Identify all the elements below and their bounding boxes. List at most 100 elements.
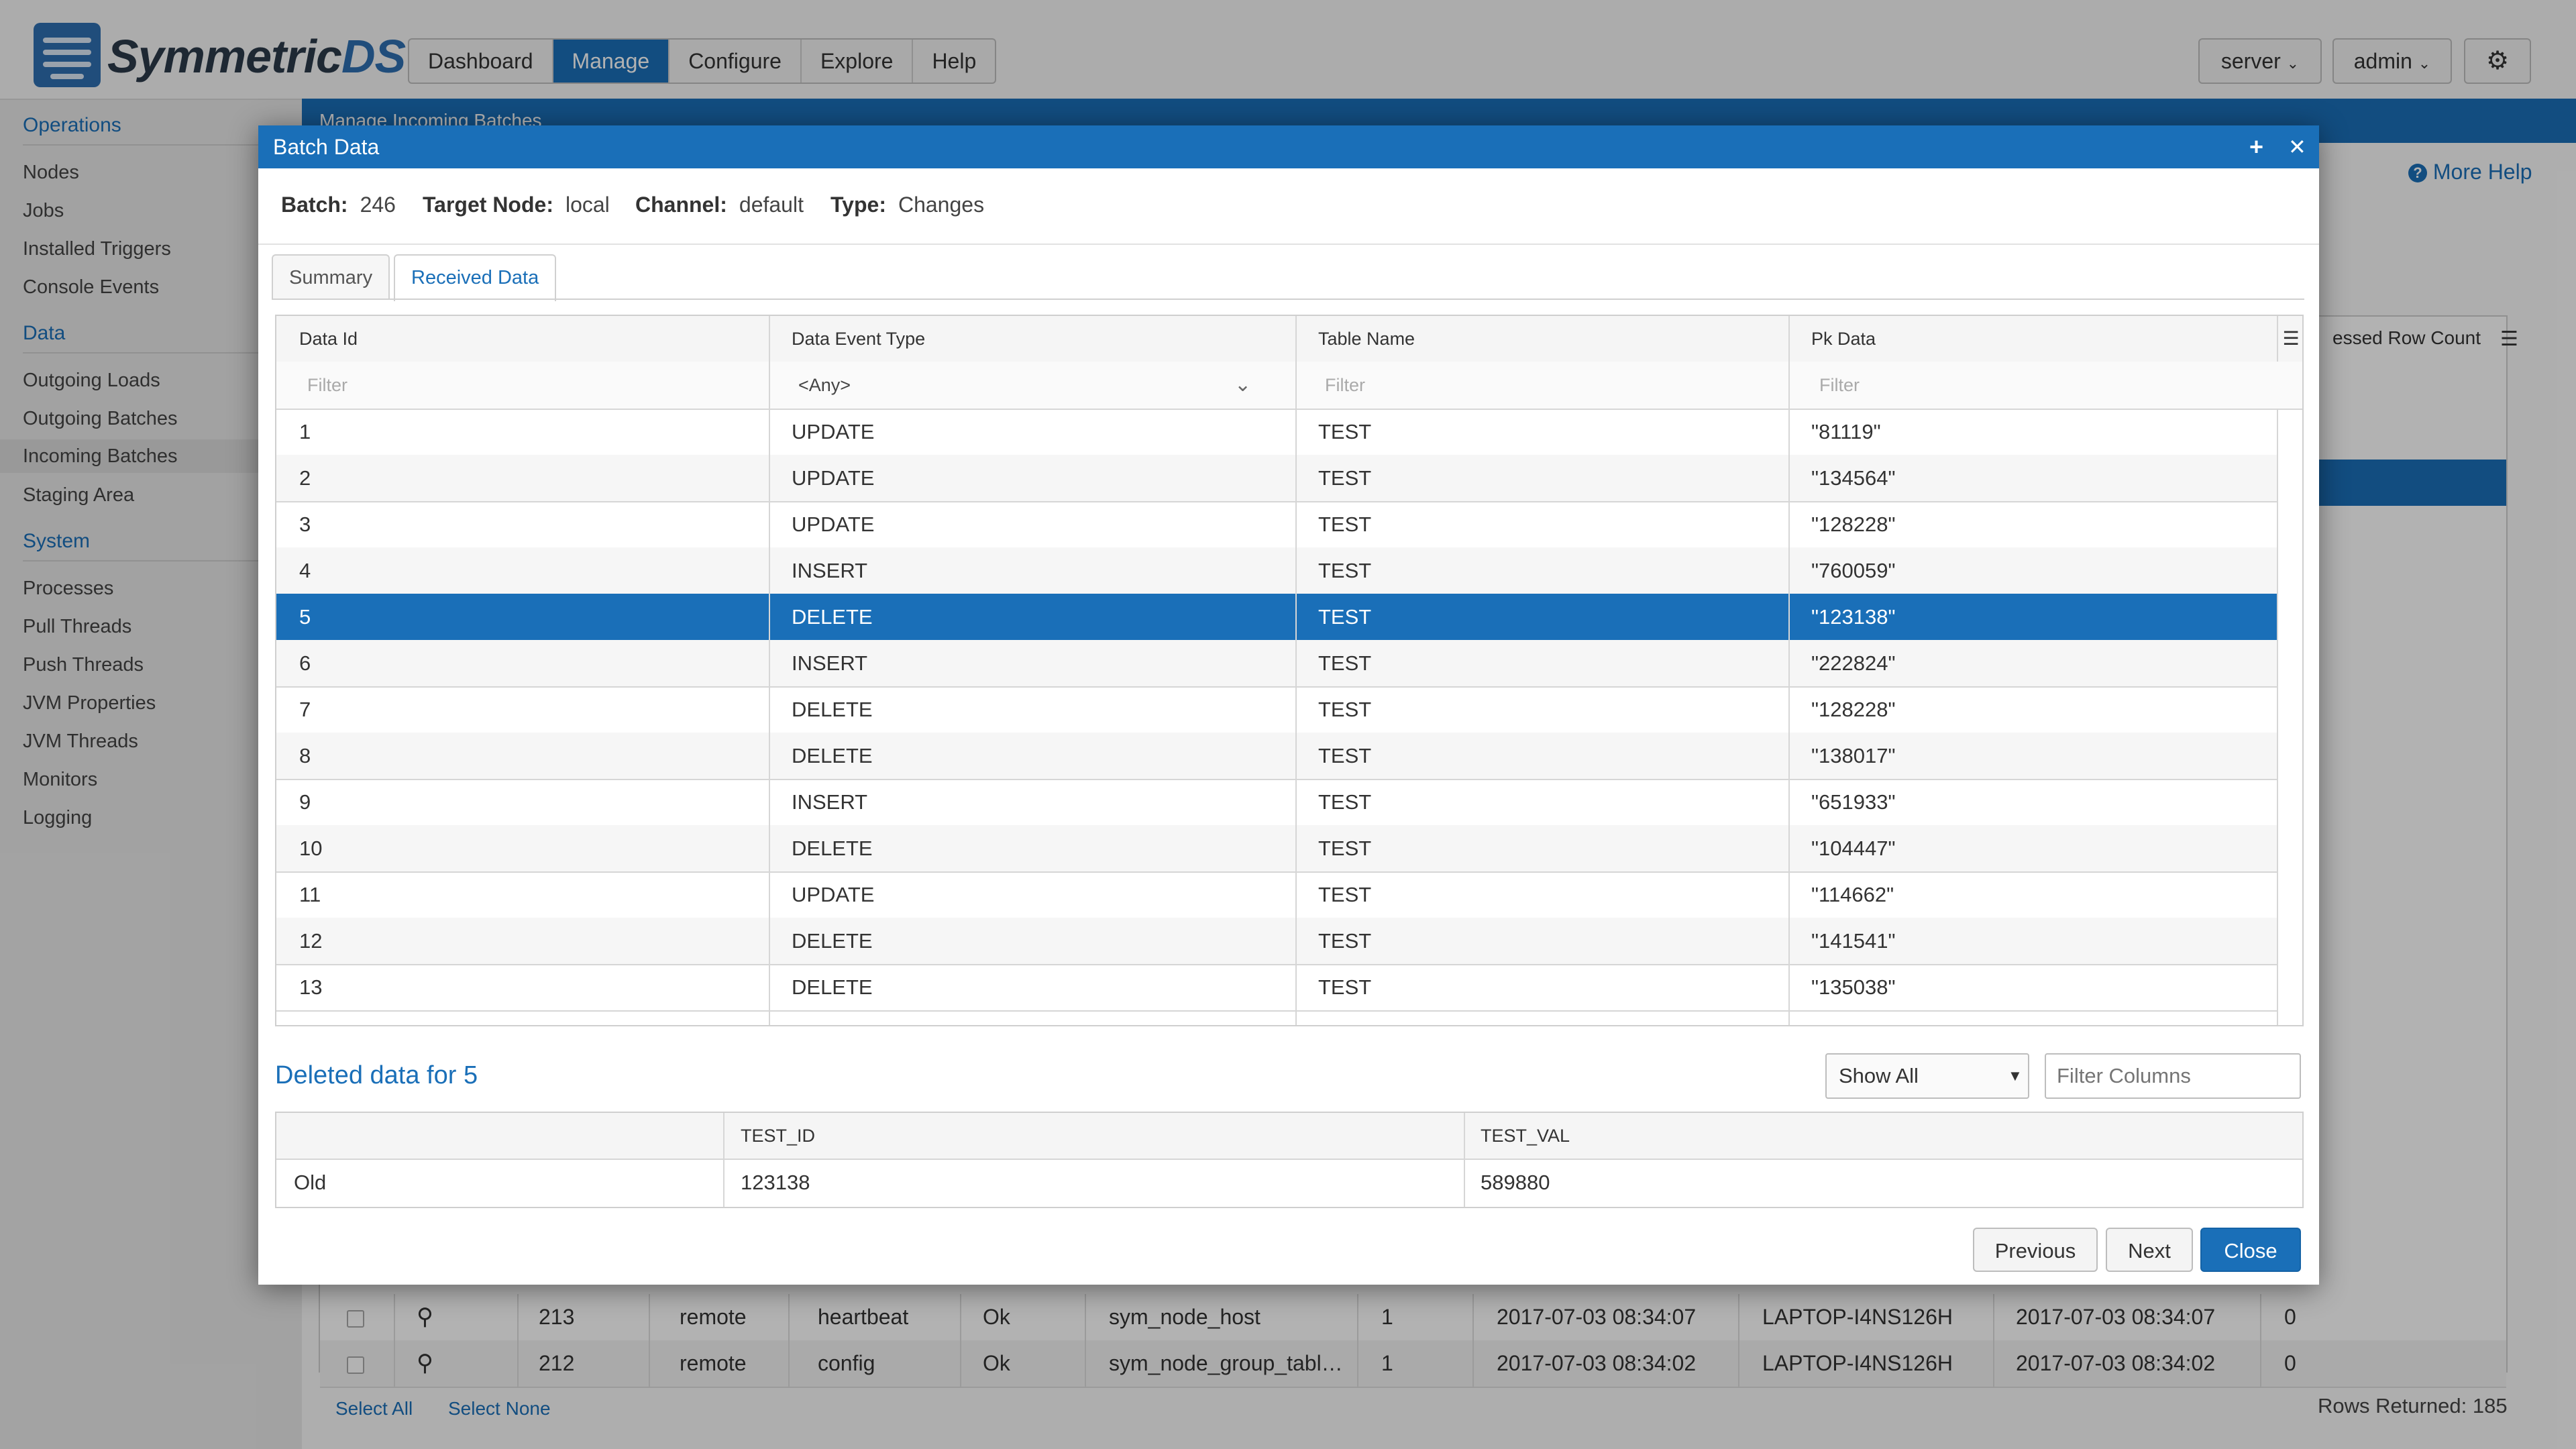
cell-event-type: DELETE — [792, 605, 873, 629]
column-header-table-name[interactable]: Table Name — [1318, 316, 1415, 362]
cell-data-id: 7 — [299, 698, 311, 721]
show-all-select[interactable]: Show All ▼ — [1825, 1053, 2029, 1099]
batch-data-dialog: Batch Data + ✕ Batch: 246 Target Node: loc… — [258, 125, 2319, 1285]
cell-event-type: DELETE — [792, 744, 873, 767]
filter-event-type-select[interactable]: <Any> — [798, 362, 851, 409]
received-data-grid: Data Id Data Event Type Table Name Pk Da… — [275, 315, 2304, 1026]
column-menu-icon[interactable]: ☰ — [2277, 316, 2302, 362]
row-label-old: Old — [294, 1171, 327, 1194]
cell-data-id: 13 — [299, 975, 323, 999]
meta-target-node: Target Node: local — [423, 193, 610, 217]
cell-event-type: INSERT — [792, 559, 868, 582]
table-row[interactable]: 8 DELETE TEST "138017" — [276, 733, 2277, 780]
cell-pk-data: "134564" — [1811, 466, 1896, 490]
cell-data-id: 8 — [299, 744, 311, 767]
cell-pk-data: "651933" — [1811, 790, 1896, 814]
cell-pk-data: "128228" — [1811, 698, 1896, 721]
cell-table-name: TEST — [1318, 466, 1372, 490]
cell-pk-data: "138017" — [1811, 744, 1896, 767]
selected-table-row[interactable]: 5 DELETE TEST "123138" — [276, 594, 2277, 641]
cell-event-type: UPDATE — [792, 883, 875, 906]
meta-batch: Batch: 246 — [281, 193, 396, 217]
test-id-value: 123138 — [741, 1171, 810, 1194]
cell-data-id: 11 — [299, 883, 321, 906]
cell-data-id: 1 — [299, 420, 311, 443]
table-row[interactable]: 12 DELETE TEST "141541" — [276, 918, 2277, 965]
close-button[interactable]: Close — [2200, 1228, 2301, 1272]
table-row[interactable]: 6 INSERT TEST "222824" — [276, 640, 2277, 688]
cell-event-type: DELETE — [792, 975, 873, 999]
cell-data-id: 6 — [299, 651, 311, 675]
cell-event-type: DELETE — [792, 837, 873, 860]
table-row[interactable]: 1 UPDATE TEST "81119" — [276, 409, 2277, 456]
dialog-titlebar: Batch Data + ✕ — [258, 125, 2319, 168]
cell-event-type: INSERT — [792, 790, 868, 814]
table-row[interactable]: 13 DELETE TEST "135038" — [276, 964, 2277, 1012]
column-header-test-id: TEST_ID — [741, 1126, 816, 1146]
filter-columns-input[interactable] — [2045, 1053, 2301, 1099]
tab-summary[interactable]: Summary — [272, 254, 390, 300]
deleted-data-table: TEST_ID TEST_VAL Old 123138 589880 — [275, 1112, 2304, 1208]
cell-table-name: TEST — [1318, 744, 1372, 767]
cell-table-name: TEST — [1318, 651, 1372, 675]
column-header-data-id[interactable]: Data Id — [299, 316, 358, 362]
cell-data-id: 4 — [299, 559, 311, 582]
grid-filter-row: Filter <Any> ⌄ Filter Filter — [276, 362, 2302, 410]
column-header-test-val: TEST_VAL — [1481, 1126, 1570, 1146]
dropdown-arrow-icon: ▼ — [2008, 1067, 2023, 1084]
cell-pk-data: "81119" — [1811, 420, 1881, 443]
cell-event-type: UPDATE — [792, 466, 875, 490]
previous-button[interactable]: Previous — [1973, 1228, 2098, 1272]
cell-pk-data: "135038" — [1811, 975, 1896, 999]
table-row[interactable]: 10 DELETE TEST "104447" — [276, 825, 2277, 873]
cell-pk-data: "128228" — [1811, 513, 1896, 536]
cell-event-type: DELETE — [792, 698, 873, 721]
cell-pk-data: "123138" — [1811, 605, 1896, 629]
close-icon[interactable]: ✕ — [2288, 125, 2306, 168]
cell-table-name: TEST — [1318, 513, 1372, 536]
tab-received-data[interactable]: Received Data — [394, 254, 557, 301]
cell-table-name: TEST — [1318, 605, 1372, 629]
test-val-value: 589880 — [1481, 1171, 1550, 1194]
table-row[interactable]: 9 INSERT TEST "651933" — [276, 779, 2277, 826]
filter-pk-data[interactable]: Filter — [1819, 362, 1860, 409]
cell-table-name: TEST — [1318, 790, 1372, 814]
cell-event-type: UPDATE — [792, 513, 875, 536]
filter-data-id[interactable]: Filter — [307, 362, 347, 409]
cell-table-name: TEST — [1318, 420, 1372, 443]
next-button[interactable]: Next — [2106, 1228, 2193, 1272]
table-row[interactable]: 2 UPDATE TEST "134564" — [276, 455, 2277, 502]
cell-event-type: INSERT — [792, 651, 868, 675]
table-row[interactable]: 11 UPDATE TEST "114662" — [276, 871, 2277, 919]
maximize-icon[interactable]: + — [2249, 125, 2263, 168]
column-header-data-event-type[interactable]: Data Event Type — [792, 316, 925, 362]
chevron-down-icon: ⌄ — [1234, 374, 1252, 396]
meta-type: Type: Changes — [830, 193, 985, 217]
cell-data-id: 2 — [299, 466, 311, 490]
cell-table-name: TEST — [1318, 837, 1372, 860]
cell-data-id: 3 — [299, 513, 311, 536]
cell-pk-data: "104447" — [1811, 837, 1896, 860]
cell-data-id: 5 — [299, 605, 311, 629]
cell-data-id: 10 — [299, 837, 323, 860]
table-row[interactable]: 3 UPDATE TEST "128228" — [276, 501, 2277, 549]
show-all-value: Show All — [1839, 1064, 1919, 1087]
grid-header: Data Id Data Event Type Table Name Pk Da… — [276, 316, 2302, 363]
cell-table-name: TEST — [1318, 559, 1372, 582]
cell-event-type: UPDATE — [792, 420, 875, 443]
table-row[interactable]: 4 INSERT TEST "760059" — [276, 547, 2277, 595]
cell-pk-data: "222824" — [1811, 651, 1896, 675]
cell-pk-data: "114662" — [1811, 883, 1894, 906]
cell-pk-data: "141541" — [1811, 929, 1896, 953]
cell-table-name: TEST — [1318, 975, 1372, 999]
deleted-data-title: Deleted data for 5 — [275, 1061, 478, 1089]
cell-data-id: 12 — [299, 929, 323, 953]
table-row[interactable]: 7 DELETE TEST "128228" — [276, 686, 2277, 734]
cell-table-name: TEST — [1318, 929, 1372, 953]
cell-data-id: 9 — [299, 790, 311, 814]
meta-channel: Channel: default — [635, 193, 804, 217]
column-header-pk-data[interactable]: Pk Data — [1811, 316, 1876, 362]
cell-table-name: TEST — [1318, 883, 1372, 906]
filter-table-name[interactable]: Filter — [1325, 362, 1365, 409]
cell-pk-data: "760059" — [1811, 559, 1896, 582]
